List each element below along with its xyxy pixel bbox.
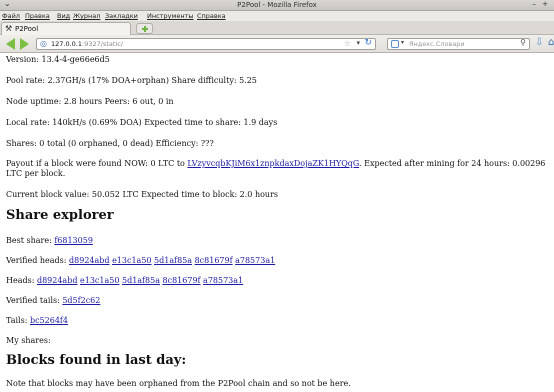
bookmark-star-icon[interactable]: ☆ [344,39,351,48]
pool-rate-text: Pool rate: 2.37GH/s (17% DOA+orphan) Sha… [6,76,257,85]
window-title: P2Pool - Mozilla Firefox [237,1,317,9]
window-titlebar: ⌄ P2Pool - Mozilla Firefox – + [0,0,554,11]
heads-row: Heads: d8924abd e13c1a50 5d1af85a 8c8167… [6,276,243,285]
verified-head-link[interactable]: 8c81679f [195,256,233,265]
url-bar[interactable]: ◎ 127.0.0.1:9327/static/ ☆ ▾ ↻ [36,38,376,50]
best-share-link[interactable]: f6813059 [54,236,93,245]
menu-bookmarks[interactable]: Закладки [105,12,138,20]
share-explorer-heading: Share explorer [6,208,114,223]
hammer-icon: ⚒ [5,24,13,33]
verified-heads-row: Verified heads: d8924abd e13c1a50 5d1af8… [6,256,275,265]
home-icon[interactable]: ⌂ [548,37,554,48]
window-controls[interactable]: – + [532,0,550,8]
search-bar[interactable]: ▾ Яндекс.Словари ⚲ [387,38,530,50]
head-link[interactable]: a78573a1 [203,276,243,285]
menu-history[interactable]: Журнал [73,12,100,20]
best-share-row: Best share: f6813059 [6,236,93,245]
tab-bar: ⚒ P2Pool [0,21,554,35]
url-path: :9327/static/ [82,40,123,48]
menu-tools[interactable]: Инструменты [147,12,194,20]
navigation-toolbar: ◎ 127.0.0.1:9327/static/ ☆ ▾ ↻ ▾ Яндекс.… [0,35,554,53]
blocks-note-text: Note that blocks may have been orphaned … [6,379,351,388]
back-arrow-icon[interactable] [6,38,15,50]
menu-file[interactable]: Файл [2,12,20,20]
site-identity-icon[interactable]: ◎ [40,39,47,48]
head-link[interactable]: 5d1af85a [122,276,160,285]
url-host: 127.0.0.1 [51,40,83,48]
new-tab-button[interactable] [136,23,153,34]
tab-p2pool[interactable]: ⚒ P2Pool [1,22,131,35]
tab-label: P2Pool [15,25,39,33]
menu-bar: Файл Правка Вид Журнал Закладки Инструме… [0,11,554,21]
blocks-found-heading: Blocks found in last day: [6,353,187,368]
heads-label: Heads: [6,276,37,285]
forward-arrow-icon[interactable] [20,38,29,50]
shares-text: Shares: 0 total (0 orphaned, 0 dead) Eff… [6,139,214,148]
reload-icon[interactable]: ↻ [364,38,372,48]
head-link[interactable]: e13c1a50 [80,276,119,285]
menu-edit[interactable]: Правка [25,12,50,20]
verified-heads-label: Verified heads: [6,256,70,265]
payout-paragraph: Payout if a block were found NOW: 0 LTC … [6,159,546,179]
best-share-label: Best share: [6,236,55,245]
local-rate-text: Local rate: 140kH/s (0.69% DOA) Expected… [6,118,278,127]
tail-link[interactable]: bc5264f4 [30,316,68,325]
menu-view[interactable]: Вид [57,12,70,20]
url-text[interactable]: 127.0.0.1:9327/static/ [51,40,123,48]
tails-label: Tails: [6,316,30,325]
search-icon[interactable]: ⚲ [520,38,526,47]
head-link[interactable]: d8924abd [37,276,78,285]
verified-head-link[interactable]: 5d1af85a [154,256,192,265]
search-input[interactable]: Яндекс.Словари [409,40,465,48]
verified-tails-label: Verified tails: [6,296,63,305]
payout-prefix: Payout if a block were found NOW: 0 LTC … [6,159,188,168]
verified-tails-row: Verified tails: 5d5f2c62 [6,296,100,305]
node-uptime-text: Node uptime: 2.8 hours Peers: 6 out, 0 i… [6,97,174,106]
head-link[interactable]: 8c81679f [163,276,201,285]
verified-head-link[interactable]: d8924abd [69,256,110,265]
search-engine-icon[interactable] [391,40,399,48]
verified-head-link[interactable]: e13c1a50 [112,256,151,265]
verified-tail-link[interactable]: 5d5f2c62 [62,296,100,305]
verified-head-link[interactable]: a78573a1 [235,256,275,265]
chevron-down-icon[interactable]: ▾ [356,39,360,47]
version-text: Version: 13.4-4-ge66e6d5 [6,55,110,64]
download-icon[interactable]: ⇩ [535,37,543,48]
tails-row: Tails: bc5264f4 [6,316,68,325]
menu-help[interactable]: Справка [197,12,226,20]
block-value-text: Current block value: 50.052 LTC Expected… [6,190,278,199]
payout-address-link[interactable]: LVzyvcqbKJiM6x1znpkdaxDojaZK1HYQqG [187,159,359,168]
my-shares-text: My shares: [6,336,51,345]
search-engine-dropdown-icon[interactable]: ▾ [401,39,404,46]
